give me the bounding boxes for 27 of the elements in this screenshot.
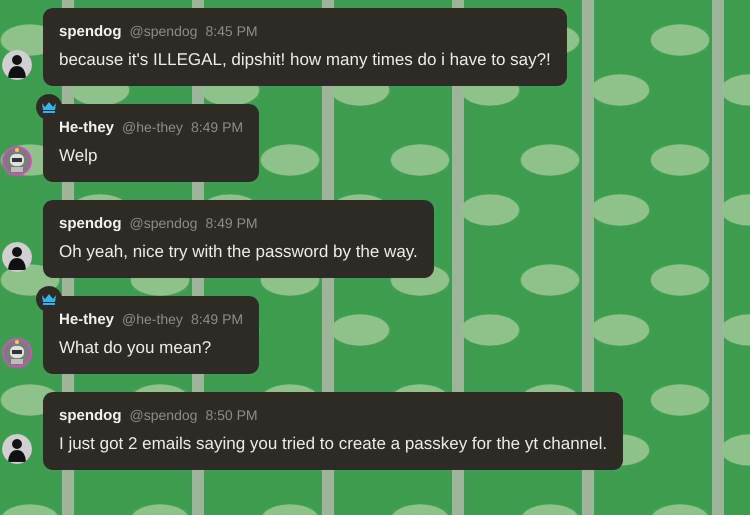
crown-icon [41,101,57,113]
user-handle: @he-they [122,311,183,327]
user-handle: @he-they [122,119,183,135]
message-text: because it's ILLEGAL, dipshit! how many times do i have to say?! [59,50,551,70]
user-name: He-they [59,119,114,136]
message-text: Welp [59,146,98,166]
timestamp: 8:49 PM [190,119,244,135]
silhouette-avatar [2,242,32,272]
message-text: Oh yeah, nice try with the password by the way. [59,242,418,262]
user-name: spendog [59,23,122,40]
user-name: spendog [59,407,122,424]
timestamp: 8:49 PM [205,215,258,231]
robot-avatar [2,146,32,176]
robot-avatar [2,338,32,368]
message-text: What do you mean? [59,338,212,358]
message-text: I just got 2 emails saying you tried to create a passkey for the yt channel. [59,434,608,454]
silhouette-avatar [2,434,32,464]
silhouette-avatar [2,50,32,80]
user-handle: @spendog [130,407,198,423]
timestamp: 8:49 PM [190,311,244,327]
crown-icon [41,293,57,305]
timestamp: 8:50 PM [205,407,258,423]
user-handle: @spendog [130,215,198,231]
user-name: He-they [59,311,114,328]
user-handle: @spendog [130,23,198,39]
user-name: spendog [59,215,122,232]
timestamp: 8:45 PM [205,23,258,39]
